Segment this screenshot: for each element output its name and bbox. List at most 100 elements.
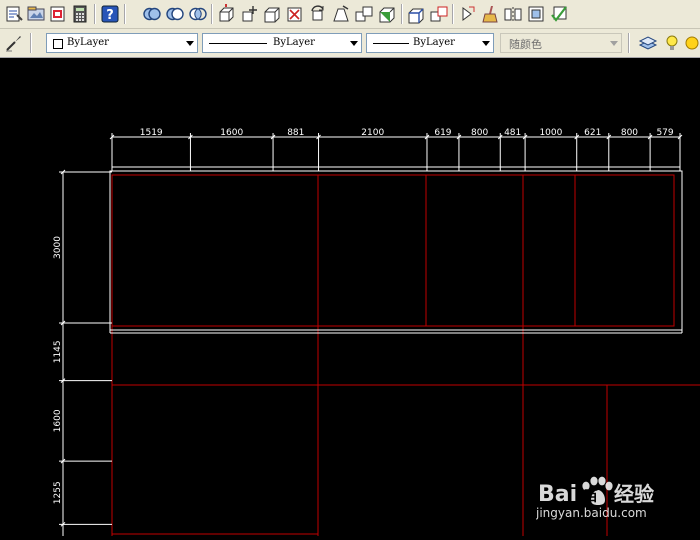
help-icon: ?	[101, 5, 119, 23]
separate-button[interactable]	[503, 4, 523, 24]
plotstyle-control-value: 随颜色	[509, 38, 542, 51]
paintbrush-icon	[6, 36, 21, 52]
toolbar-separator	[30, 33, 32, 53]
linetype-control-dropdown[interactable]: ByLayer	[202, 33, 362, 53]
color-edges-icon	[430, 6, 448, 22]
watermark-url: jingyan.baidu.com	[536, 506, 647, 520]
left-dimensions: 3000 1145 1600 1255	[53, 169, 112, 527]
outline-lines	[109, 170, 683, 334]
shell-button[interactable]	[526, 4, 546, 24]
toolbar-separator	[211, 4, 213, 24]
baidu-jingyan-watermark: Bai 百 经验 jingyan.baidu.com	[536, 476, 654, 520]
rotate-faces-button[interactable]	[308, 4, 328, 24]
toolbar-separator	[401, 4, 403, 24]
check-button[interactable]	[549, 4, 569, 24]
tool-palettes-button[interactable]	[48, 4, 68, 24]
extrude-faces-button[interactable]	[216, 4, 236, 24]
toolbar-separator	[452, 4, 454, 24]
watermark-brand: Bai	[538, 482, 577, 507]
dimension-label: 1600	[53, 409, 63, 432]
delete-faces-button[interactable]	[285, 4, 305, 24]
linetype-control-value: ByLayer	[273, 37, 315, 48]
dimension-label: 579	[656, 128, 673, 138]
extrude-faces-icon	[219, 4, 234, 22]
modify-toolbar: ?	[0, 0, 700, 29]
design-center-button[interactable]	[26, 4, 46, 24]
toolbar-separator	[124, 4, 126, 24]
layers-icon	[638, 36, 658, 50]
design-center-icon	[27, 6, 45, 21]
dimension-label: 481	[504, 128, 521, 138]
dimension-label: 800	[621, 128, 638, 138]
move-faces-button[interactable]	[239, 4, 259, 24]
dimension-label: 2100	[361, 128, 384, 138]
toolbar-separator	[628, 33, 630, 53]
dimension-label: 3000	[53, 236, 63, 259]
color-swatch-icon	[53, 39, 63, 49]
dimension-label: 1519	[140, 128, 163, 138]
color-control-dropdown[interactable]: ByLayer	[46, 33, 198, 53]
offset-faces-button[interactable]	[262, 4, 282, 24]
color-faces-button[interactable]	[377, 4, 397, 24]
check-icon	[551, 6, 567, 22]
chevron-down-icon	[610, 41, 618, 46]
chevron-down-icon	[482, 41, 490, 46]
layer-manager-button[interactable]	[638, 33, 658, 53]
chevron-down-icon	[186, 41, 194, 46]
taper-faces-icon	[333, 5, 349, 22]
separate-icon	[504, 7, 522, 22]
help-button[interactable]: ?	[100, 4, 120, 24]
union-icon	[143, 7, 161, 21]
intersect-button[interactable]	[188, 4, 208, 24]
watermark-cn: 经验	[614, 482, 654, 506]
lineweight-control-dropdown[interactable]: ByLayer	[366, 33, 494, 53]
lineweight-sample	[373, 43, 409, 44]
chevron-down-icon	[350, 41, 358, 46]
copy-faces-icon	[355, 6, 373, 22]
imprint-button[interactable]	[457, 4, 477, 24]
layer-freeze-toggle[interactable]	[682, 33, 700, 53]
calculator-button[interactable]	[70, 4, 90, 24]
dimension-label: 881	[287, 128, 304, 138]
subtract-icon	[166, 7, 184, 21]
properties-icon	[6, 6, 23, 22]
dimension-label: 621	[584, 128, 601, 138]
color-control-value: ByLayer	[67, 37, 109, 48]
subtract-button[interactable]	[165, 4, 185, 24]
offset-faces-icon	[264, 7, 280, 23]
clean-button[interactable]	[480, 4, 500, 24]
plotstyle-control-dropdown[interactable]: 随颜色	[500, 33, 622, 53]
drawing-canvas[interactable]: 1519 1600 881 2100 619 800 481 1000 621 800 579 30…	[0, 58, 700, 536]
layer-on-toggle[interactable]	[662, 33, 682, 53]
delete-faces-icon	[287, 7, 302, 22]
dimension-label: 1145	[53, 340, 63, 363]
match-properties-button[interactable]	[4, 33, 24, 53]
dimension-label: 619	[434, 128, 451, 138]
top-dimensions: 1519 1600 881 2100 619 800 481 1000 621 800 579	[109, 128, 683, 171]
color-edges-button[interactable]	[429, 4, 449, 24]
tool-palette-icon	[50, 6, 65, 22]
top-dimension-lines	[112, 136, 680, 168]
dimension-label: 1000	[539, 128, 562, 138]
svg-text:?: ?	[106, 8, 114, 23]
lightbulb-icon	[666, 35, 678, 50]
taper-faces-button[interactable]	[331, 4, 351, 24]
calculator-icon	[73, 5, 87, 23]
toolbar-separator	[94, 4, 96, 24]
copy-faces-button[interactable]	[354, 4, 374, 24]
copy-edges-button[interactable]	[406, 4, 426, 24]
properties-toolbar: ByLayer ByLayer ByLayer 随颜色	[0, 29, 700, 58]
move-faces-icon	[242, 6, 257, 22]
floor-plan-drawing: 1519 1600 881 2100 619 800 481 1000 621 800 579 30…	[53, 128, 700, 536]
copy-edges-icon	[408, 8, 424, 24]
color-faces-icon	[379, 7, 395, 23]
lineweight-control-value: ByLayer	[413, 37, 455, 48]
sun-icon	[685, 36, 699, 50]
dimension-label: 1600	[220, 128, 243, 138]
watermark-brand-end: 百	[584, 489, 598, 505]
dimension-label: 1255	[53, 481, 63, 504]
clean-icon	[482, 6, 498, 23]
properties-tool-button[interactable]	[4, 4, 24, 24]
shell-icon	[528, 6, 544, 22]
union-button[interactable]	[142, 4, 162, 24]
